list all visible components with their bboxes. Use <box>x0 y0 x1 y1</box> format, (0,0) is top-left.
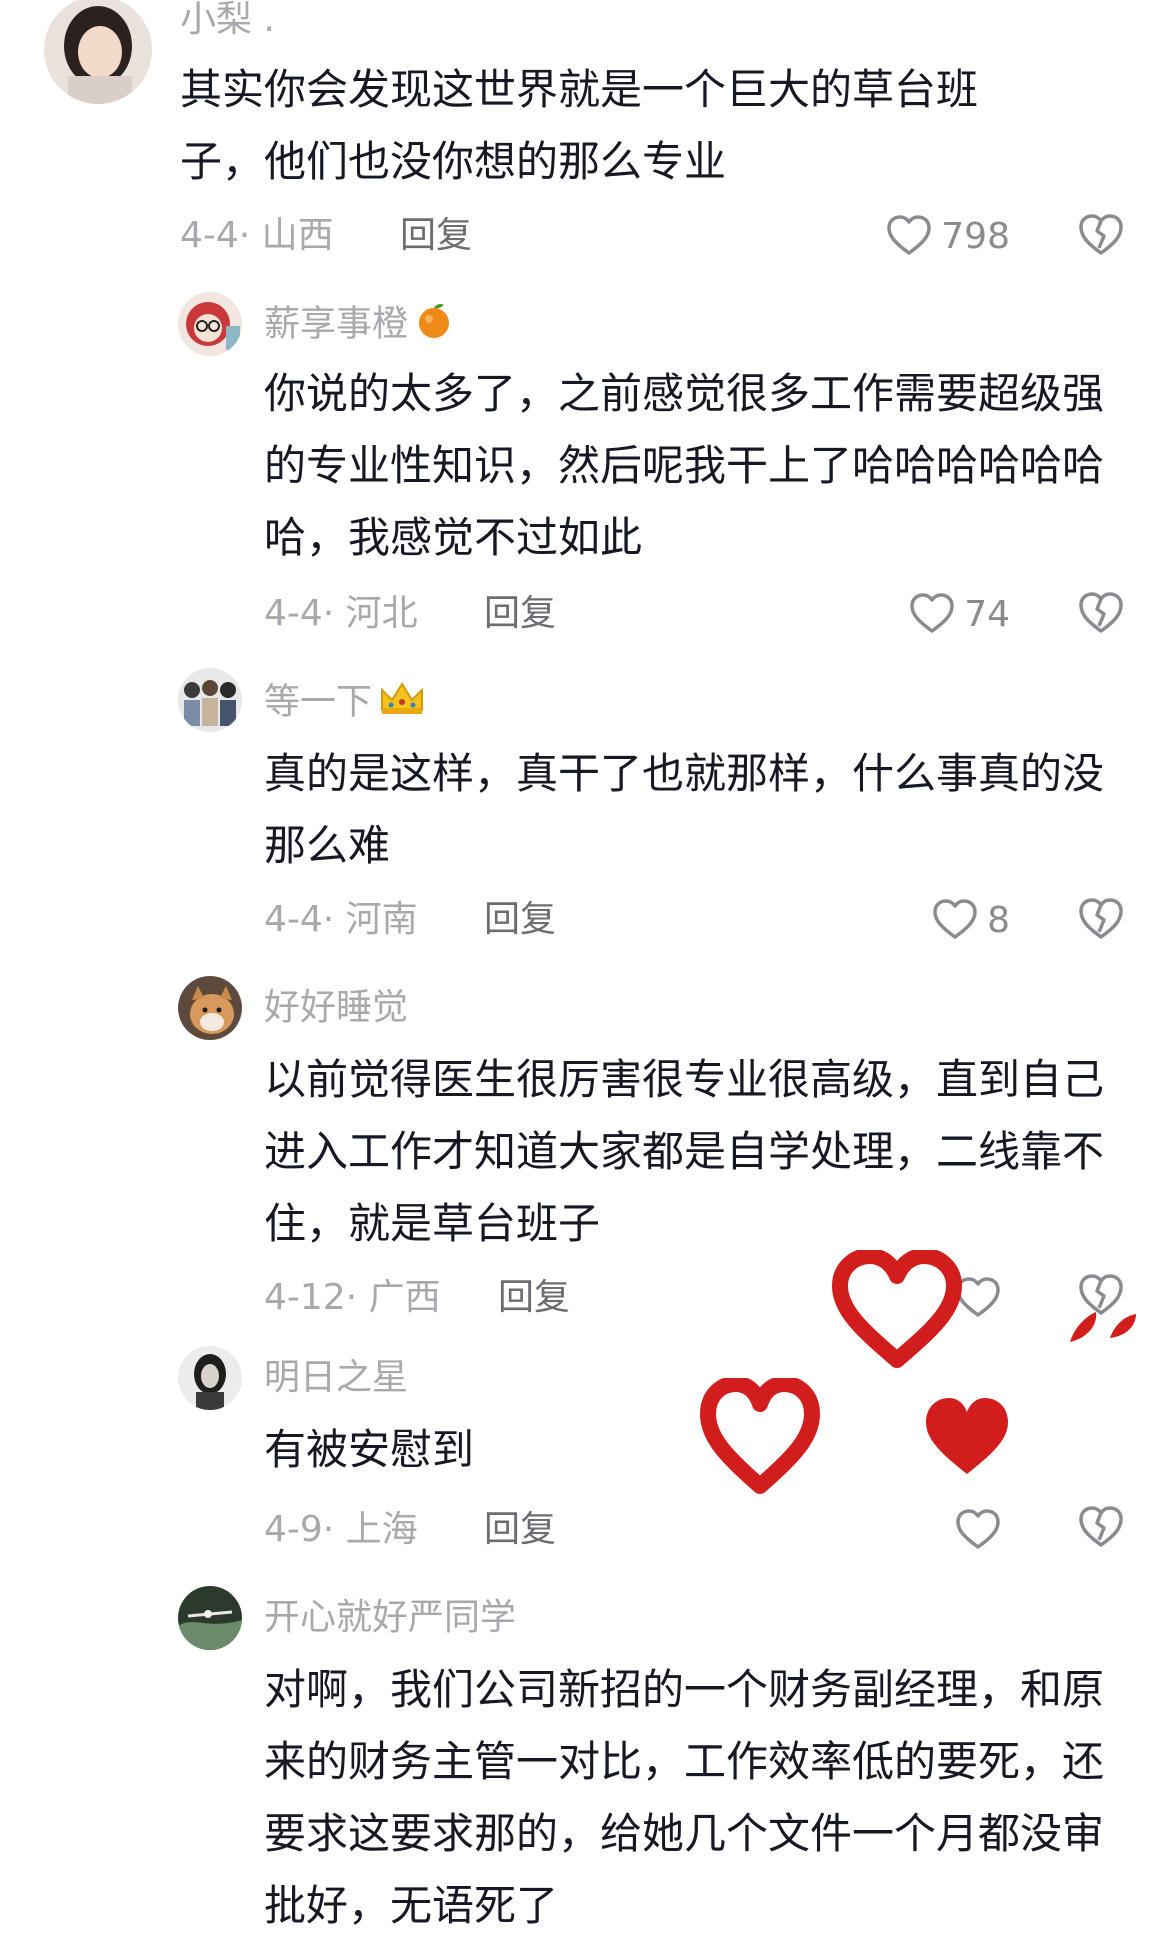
like-button[interactable] <box>952 1506 1010 1554</box>
comment-text: 真的是这样，真干了也就那样，什么事真的没那么难 <box>264 749 1105 870</box>
comment-text: 以前觉得医生很厉害很专业很高级，直到自己进入工作才知道大家都是自学处理，二线靠不… <box>264 1055 1105 1248</box>
username[interactable]: 明日之星 <box>264 1356 408 1400</box>
reply-button[interactable]: 回复 <box>484 1508 556 1552</box>
avatar[interactable] <box>178 1586 242 1650</box>
comment-meta: 4-4· 河北 <box>264 593 418 634</box>
comment-text: 其实你会发现这世界就是一个巨大的草台班子，他们也没你想的那么专业 <box>180 65 979 186</box>
comment-meta: 4-4· 山西 <box>180 215 334 256</box>
red-heart-sticker-icon <box>1066 1298 1146 1348</box>
reply-button[interactable]: 回复 <box>498 1276 570 1320</box>
dislike-button[interactable] <box>1076 1502 1126 1552</box>
red-heart-sticker-icon <box>922 1394 1012 1478</box>
orange-emoji-icon <box>414 300 454 351</box>
username[interactable]: 薪享事橙 <box>264 300 454 351</box>
avatar[interactable] <box>44 0 152 104</box>
reply-button[interactable]: 回复 <box>400 214 472 258</box>
username-text: 薪享事橙 <box>264 303 409 345</box>
like-count: 798 <box>941 215 1010 257</box>
heart-outline-icon <box>956 1509 1000 1549</box>
comment-meta: 4-12· 广西 <box>264 1277 441 1318</box>
broken-heart-icon <box>1079 898 1123 939</box>
avatar[interactable] <box>178 292 242 356</box>
dislike-button[interactable] <box>1076 588 1126 638</box>
avatar[interactable] <box>178 1346 242 1410</box>
like-button[interactable]: 8 <box>900 896 1010 944</box>
reply-button[interactable]: 回复 <box>484 592 556 636</box>
comment-meta: 4-4· 河南 <box>264 899 418 940</box>
broken-heart-icon <box>1079 1506 1123 1547</box>
comment-meta: 4-9· 上海 <box>264 1509 418 1550</box>
like-button[interactable]: 74 <box>890 590 1010 638</box>
username[interactable]: 好好睡觉 <box>264 986 408 1030</box>
dislike-button[interactable] <box>1076 894 1126 944</box>
username-text: 等一下 <box>264 681 373 723</box>
avatar[interactable] <box>178 668 242 732</box>
heart-outline-icon <box>887 215 932 255</box>
heart-outline-icon <box>910 593 954 633</box>
username[interactable]: 开心就好严同学 <box>264 1596 516 1640</box>
dislike-button[interactable] <box>1076 210 1126 260</box>
comment-text: 你说的太多了，之前感觉很多工作需要超级强的专业性知识，然后呢我干上了哈哈哈哈哈哈… <box>264 369 1105 562</box>
broken-heart-icon <box>1079 214 1123 255</box>
like-count: 8 <box>987 899 1010 941</box>
like-count: 74 <box>964 593 1010 635</box>
avatar[interactable] <box>178 976 242 1040</box>
red-heart-sticker-icon <box>832 1248 962 1370</box>
reply-button[interactable]: 回复 <box>484 898 556 942</box>
crown-emoji-icon <box>378 678 426 729</box>
comment-text: 对啊，我们公司新招的一个财务副经理，和原来的财务主管一对比，工作效率低的要死，还… <box>264 1665 1105 1930</box>
username[interactable]: 小梨 . <box>180 0 275 42</box>
heart-outline-icon <box>933 899 977 939</box>
like-button[interactable]: 798 <box>860 212 1010 260</box>
username[interactable]: 等一下 <box>264 678 426 729</box>
broken-heart-icon <box>1079 592 1123 633</box>
red-heart-sticker-icon <box>700 1376 820 1496</box>
